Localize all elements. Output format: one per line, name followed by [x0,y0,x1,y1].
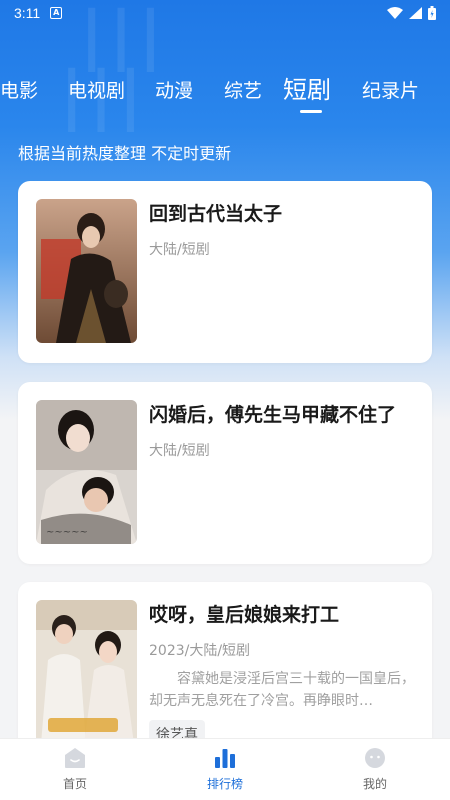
signal-icon [409,7,422,19]
drama-poster-image[interactable] [36,600,137,744]
status-icons [387,6,436,20]
svg-text:~~~~~: ~~~~~ [46,527,88,538]
drama-description: 容黛她是浸淫后宫三十载的一国皇后，却无声无息死在了冷宫。再睁眼时… [149,671,415,709]
drama-card[interactable]: 哎呀，皇后娘娘来打工 2023/大陆/短剧 容黛她是浸淫后宫三十载的一国皇后，却… [18,582,432,764]
drama-meta: 2023/大陆/短剧 [149,643,251,659]
wifi-icon [387,7,403,19]
drama-title[interactable]: 闪婚后，傅先生马甲藏不住了 [149,402,416,428]
tab-short-drama[interactable]: 短剧 [283,70,331,105]
drama-meta: 大陆/短剧 [149,443,210,459]
nav-ranking-label: 排行榜 [206,777,243,791]
drama-title[interactable]: 回到古代当太子 [149,201,416,227]
drama-title[interactable]: 哎呀，皇后娘娘来打工 [149,602,416,628]
drama-poster-image[interactable]: ~~~~~ [36,400,137,544]
category-tabs: 电影 电视剧 动漫 综艺 短剧 纪录片 [0,64,450,110]
home-icon [65,748,85,768]
bottom-navigation: 首页 排行榜 我的 [0,738,450,800]
drama-info: 回到古代当太子 大陆/短剧 [149,201,416,259]
nav-home[interactable]: 首页 [0,739,150,800]
drama-card[interactable]: ~~~~~ 闪婚后，傅先生马甲藏不住了 大陆/短剧 [18,382,432,564]
drama-meta: 大陆/短剧 [149,242,210,258]
battery-icon [428,6,436,20]
nav-ranking[interactable]: 排行榜 [150,739,300,800]
drama-card[interactable]: 回到古代当太子 大陆/短剧 [18,181,432,363]
tab-variety[interactable]: 综艺 [224,76,262,103]
drama-info: 闪婚后，傅先生马甲藏不住了 大陆/短剧 [149,402,416,460]
nav-home-label: 首页 [62,777,87,791]
nav-profile-label: 我的 [362,777,387,791]
drama-info: 哎呀，皇后娘娘来打工 2023/大陆/短剧 容黛她是浸淫后宫三十载的一国皇后，却… [149,602,416,748]
tab-documentary[interactable]: 纪录片 [362,76,419,103]
tab-movie[interactable]: 电影 [0,76,38,103]
status-bar: 3:11 A [0,0,450,26]
bar-chart-icon [215,749,235,768]
tab-anime[interactable]: 动漫 [155,76,193,103]
notification-icon: A [50,7,63,19]
tab-tv-series[interactable]: 电视剧 [68,76,125,103]
profile-icon [365,748,385,768]
status-time: 3:11 [14,5,41,21]
active-tab-indicator [300,110,322,113]
ranking-subtitle: 根据当前热度整理 不定时更新 [18,144,232,163]
nav-profile[interactable]: 我的 [300,739,450,800]
drama-poster-image[interactable] [36,199,137,343]
